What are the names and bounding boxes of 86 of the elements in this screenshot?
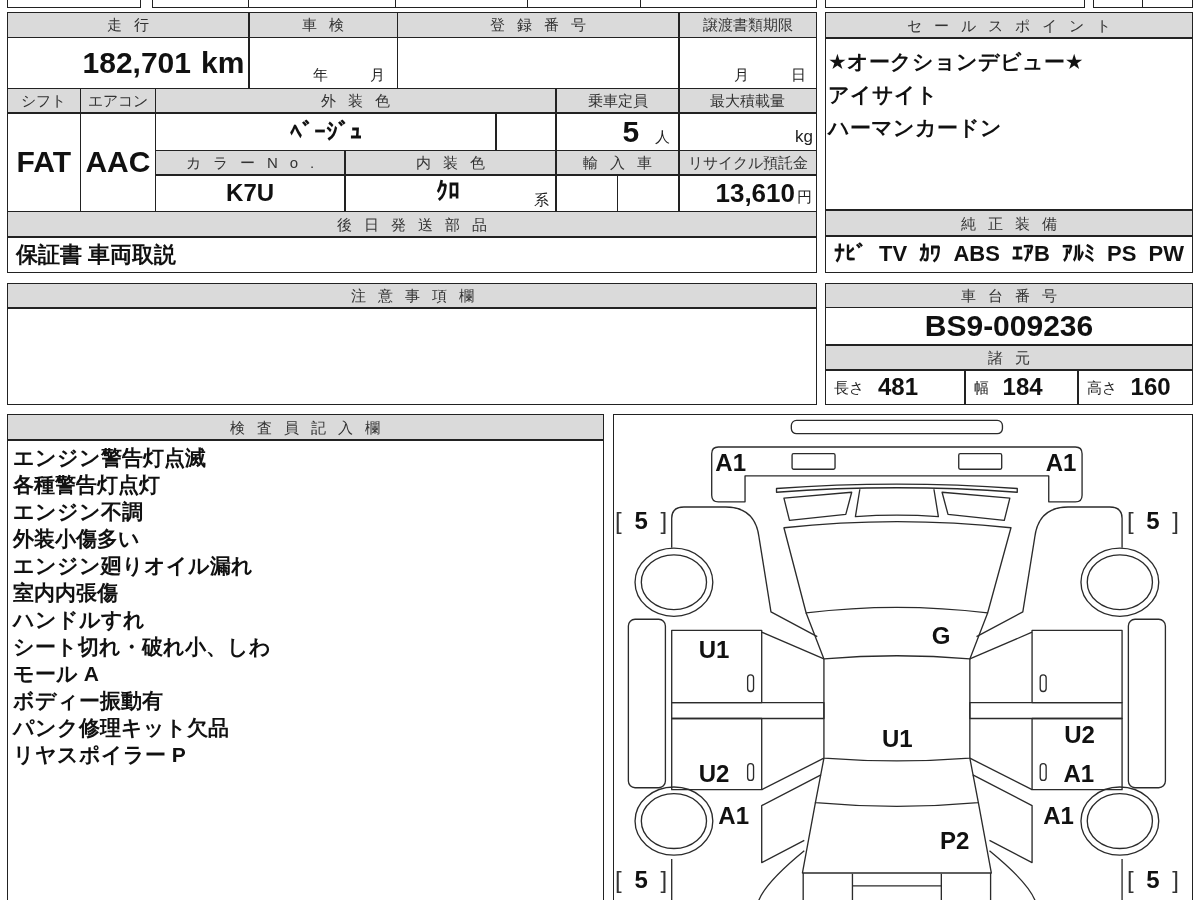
equipment-item-text: PW — [1148, 242, 1184, 267]
damage-code-label: A1 — [715, 451, 747, 476]
interior-color-value: ｸﾛ — [435, 179, 460, 204]
month-unit-label: 月 — [369, 66, 385, 82]
imported-car-field — [618, 175, 679, 211]
color-number-value: K7U — [226, 181, 275, 206]
mileage-unit: km — [201, 48, 245, 79]
exterior-color-header: 外装色 — [156, 89, 556, 113]
equipment-item-text: ｴｱB — [1011, 242, 1050, 267]
transfer-deadline-header: 譲渡書類期限 — [679, 13, 816, 37]
capacity-unit-label: 人 — [655, 129, 671, 145]
air-conditioner-header: エアコン — [81, 89, 155, 113]
shift-header: シフト — [8, 89, 80, 113]
dimension-label: 高さ — [1086, 379, 1117, 395]
sales-points-header: セールスポイント — [826, 13, 1192, 38]
month-unit-label: 月 — [734, 66, 749, 82]
recycle-deposit-value: 13,610 — [715, 180, 795, 207]
later-parts-text: 保証書 車両取説 — [16, 242, 177, 267]
inspection-note-text: リヤスポイラー P — [13, 741, 186, 768]
chassis-number-value: BS9-009236 — [924, 311, 1094, 342]
imported-car-field — [557, 175, 617, 211]
inspection-note-text: 外装小傷多い — [13, 525, 140, 552]
equipment-item-text: TV — [879, 242, 908, 267]
inspection-note-text: シート切れ・破れ小、しわ — [13, 633, 271, 660]
sales-point-text: アイサイト — [828, 81, 938, 108]
damage-code-label: U2 — [698, 762, 730, 787]
inspection-note-text: エンジン警告灯点滅 — [13, 444, 206, 471]
damage-code-label: A1 — [1045, 451, 1077, 476]
inspection-header: 車検 — [249, 13, 397, 37]
max-load-header: 最大積載量 — [679, 89, 816, 113]
equipment-item-text: ｶﾜ — [919, 242, 942, 267]
damage-code-label: U1 — [698, 637, 730, 662]
max-load-unit-label: kg — [795, 127, 813, 145]
tire-condition-label: [ 5 ] — [1126, 867, 1179, 892]
mileage-value: 182,701 — [82, 48, 191, 79]
shift-value: FAT — [16, 147, 71, 178]
inspector-notes-header: 検査員記入欄 — [8, 415, 603, 439]
mileage-header: 走行 — [8, 13, 249, 37]
inspection-note-text: 各種警告灯点灯 — [13, 471, 160, 498]
recycle-deposit-header: リサイクル預託金 — [679, 151, 816, 175]
dimension-value: 184 — [1002, 375, 1043, 400]
tire-condition-label: [ 5 ] — [615, 867, 668, 892]
inspection-note-text: 室内内張傷 — [13, 579, 118, 606]
inspection-note-text: パンク修理キット欠品 — [13, 714, 229, 741]
interior-color-header: 内装色 — [345, 151, 556, 175]
imported-car-header: 輸入車 — [557, 151, 679, 175]
inspection-note-text: ハンドルすれ — [13, 606, 145, 633]
chassis-number-header: 車台番号 — [826, 284, 1192, 307]
day-unit-label: 日 — [791, 66, 806, 82]
specs-header: 諸元 — [826, 345, 1192, 370]
blank-field — [496, 113, 556, 150]
damage-code-label: A1 — [1043, 804, 1074, 829]
currency-unit-label: 円 — [797, 188, 812, 204]
dimension-label: 幅 — [973, 379, 989, 395]
color-family-label: 系 — [534, 191, 550, 207]
damage-code-label: P2 — [940, 828, 970, 853]
year-unit-label: 年 — [312, 66, 328, 82]
damage-code-label: U1 — [882, 727, 913, 752]
equipment-item-text: ﾅﾋﾞ — [834, 242, 867, 267]
tire-condition-label: [ 5 ] — [615, 508, 668, 533]
inspection-note-text: エンジン不調 — [13, 498, 143, 525]
dimension-label: 長さ — [834, 379, 864, 395]
color-number-header: カラーNo. — [156, 151, 345, 175]
equipment-item-text: ABS — [953, 242, 1000, 267]
seating-capacity-value: 5 — [622, 116, 640, 147]
equipment-item-text: ｱﾙﾐ — [1061, 242, 1095, 267]
damage-code-label: A1 — [1063, 762, 1095, 787]
sales-point-text: ★オークションデビュー★ — [828, 48, 1084, 75]
notes-header: 注意事項欄 — [8, 284, 816, 308]
later-parts-header: 後日発送部品 — [8, 212, 816, 237]
factory-equipment-header: 純正装備 — [826, 210, 1192, 236]
damage-code-label: G — [931, 624, 951, 649]
equipment-item-text: PS — [1107, 242, 1137, 267]
air-conditioner-value: AAC — [85, 147, 151, 178]
inspection-note-text: エンジン廻りオイル漏れ — [13, 552, 253, 579]
damage-code-label: A1 — [718, 804, 749, 829]
registration-number-header: 登録番号 — [398, 13, 679, 37]
sales-point-text: ハーマンカードン — [828, 114, 1002, 141]
inspection-note-text: ボディー振動有 — [13, 687, 163, 714]
dimension-value: 160 — [1130, 375, 1171, 400]
tire-condition-label: [ 5 ] — [1126, 508, 1179, 533]
damage-code-label: U2 — [1064, 723, 1095, 748]
seating-capacity-header: 乗車定員 — [557, 89, 679, 113]
exterior-color-value: ﾍﾞｰｼﾞｭ — [289, 119, 362, 144]
dimension-value: 481 — [878, 375, 919, 400]
inspection-note-text: モール A — [13, 660, 99, 687]
